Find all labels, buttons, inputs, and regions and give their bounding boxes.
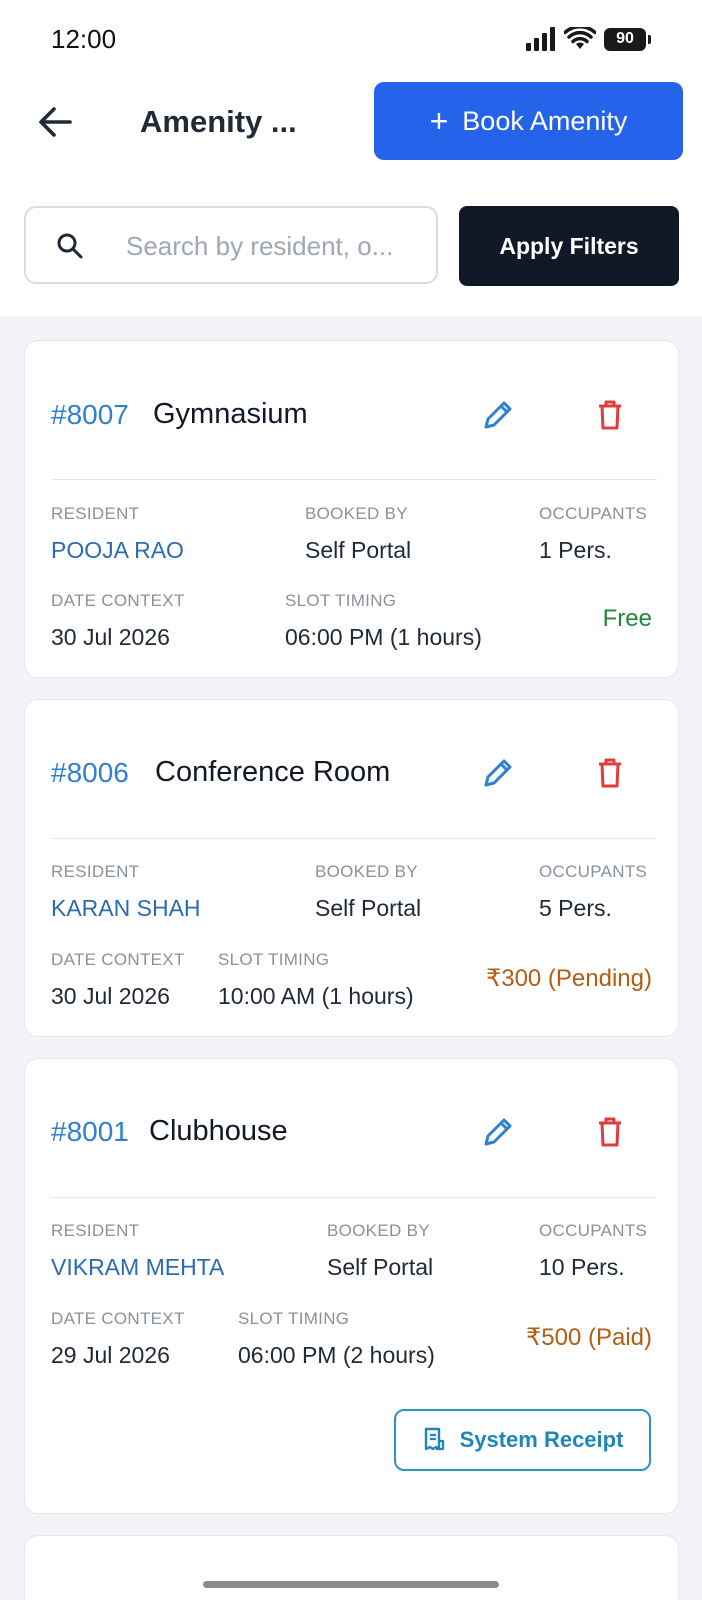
wifi-icon	[564, 27, 596, 49]
occupants-label: OCCUPANTS	[539, 504, 648, 523]
search-icon	[57, 233, 83, 259]
book-amenity-label: Book Amenity	[462, 105, 628, 136]
resident-label: RESIDENT	[51, 504, 140, 523]
booking-card	[24, 1535, 679, 1600]
resident-name[interactable]: KARAN SHAH	[51, 895, 201, 922]
search-box[interactable]	[24, 206, 438, 284]
battery-indicator: 90	[604, 27, 651, 51]
booked-by-label: BOOKED BY	[305, 504, 408, 523]
system-receipt-button[interactable]: System Receipt	[394, 1409, 651, 1471]
payment-status: ₹500 (Paid)	[526, 1324, 652, 1351]
resident-name[interactable]: VIKRAM MEHTA	[51, 1254, 224, 1281]
occupants-value: 1 Pers.	[539, 537, 612, 563]
back-arrow-icon[interactable]	[34, 100, 78, 144]
occupants-label: OCCUPANTS	[539, 1221, 648, 1240]
edit-icon[interactable]	[480, 755, 516, 791]
card-divider	[51, 838, 657, 839]
trash-icon[interactable]	[592, 755, 628, 791]
occupants-value: 10 Pers.	[539, 1254, 625, 1280]
booking-card: #8006 Conference Room RESIDENT BOOKED BY…	[24, 699, 679, 1037]
booking-id[interactable]: #8007	[51, 399, 129, 431]
page-title: Amenity ...	[140, 104, 297, 139]
date-context-label: DATE CONTEXT	[51, 1309, 185, 1328]
booked-by-label: BOOKED BY	[327, 1221, 430, 1240]
date-context-label: DATE CONTEXT	[51, 591, 185, 610]
slot-value: 06:00 PM (1 hours)	[285, 624, 482, 650]
home-indicator[interactable]	[203, 1581, 499, 1588]
status-bar: 12:00 90	[0, 0, 702, 80]
resident-name[interactable]: POOJA RAO	[51, 537, 184, 564]
booking-card: #8007 Gymnasium RESIDENT BOOKED BY OCCUP…	[24, 340, 679, 678]
amenity-name: Conference Room	[155, 756, 391, 788]
card-divider	[51, 1197, 657, 1198]
card-divider	[51, 479, 657, 480]
trash-icon[interactable]	[592, 397, 628, 433]
slot-timing-label: SLOT TIMING	[238, 1309, 350, 1328]
slot-timing-label: SLOT TIMING	[285, 591, 397, 610]
apply-filters-button[interactable]: Apply Filters	[459, 206, 679, 286]
edit-icon[interactable]	[480, 1114, 516, 1150]
date-value: 30 Jul 2026	[51, 624, 170, 650]
payment-status: ₹300 (Pending)	[485, 965, 652, 992]
plus-icon: +	[429, 103, 449, 139]
payment-status: Free	[602, 605, 652, 632]
app-header: Amenity ... + Book Amenity	[0, 80, 702, 176]
status-time: 12:00	[51, 24, 117, 54]
booked-by-value: Self Portal	[315, 895, 422, 921]
book-amenity-button[interactable]: + Book Amenity	[374, 82, 683, 160]
receipt-icon	[424, 1427, 444, 1451]
date-value: 29 Jul 2026	[51, 1342, 170, 1368]
date-context-label: DATE CONTEXT	[51, 950, 185, 969]
occupants-value: 5 Pers.	[539, 895, 612, 921]
slot-value: 06:00 PM (2 hours)	[238, 1342, 435, 1368]
slot-timing-label: SLOT TIMING	[218, 950, 330, 969]
signal-icon	[526, 27, 555, 51]
status-icons: 90	[526, 24, 651, 54]
amenity-name: Clubhouse	[149, 1115, 288, 1147]
edit-icon[interactable]	[480, 397, 516, 433]
booked-by-value: Self Portal	[305, 537, 412, 563]
booking-card: #8001 Clubhouse RESIDENT BOOKED BY OCCUP…	[24, 1058, 679, 1514]
booking-id[interactable]: #8001	[51, 1116, 129, 1148]
resident-label: RESIDENT	[51, 862, 140, 881]
trash-icon[interactable]	[592, 1114, 628, 1150]
system-receipt-label: System Receipt	[459, 1427, 624, 1452]
date-value: 30 Jul 2026	[51, 983, 170, 1009]
slot-value: 10:00 AM (1 hours)	[218, 983, 414, 1009]
occupants-label: OCCUPANTS	[539, 862, 648, 881]
amenity-name: Gymnasium	[153, 398, 308, 430]
resident-label: RESIDENT	[51, 1221, 140, 1240]
booking-id[interactable]: #8006	[51, 757, 129, 789]
filter-bar: Apply Filters	[0, 176, 702, 316]
search-input[interactable]	[126, 226, 426, 266]
booked-by-value: Self Portal	[327, 1254, 434, 1280]
booked-by-label: BOOKED BY	[315, 862, 418, 881]
